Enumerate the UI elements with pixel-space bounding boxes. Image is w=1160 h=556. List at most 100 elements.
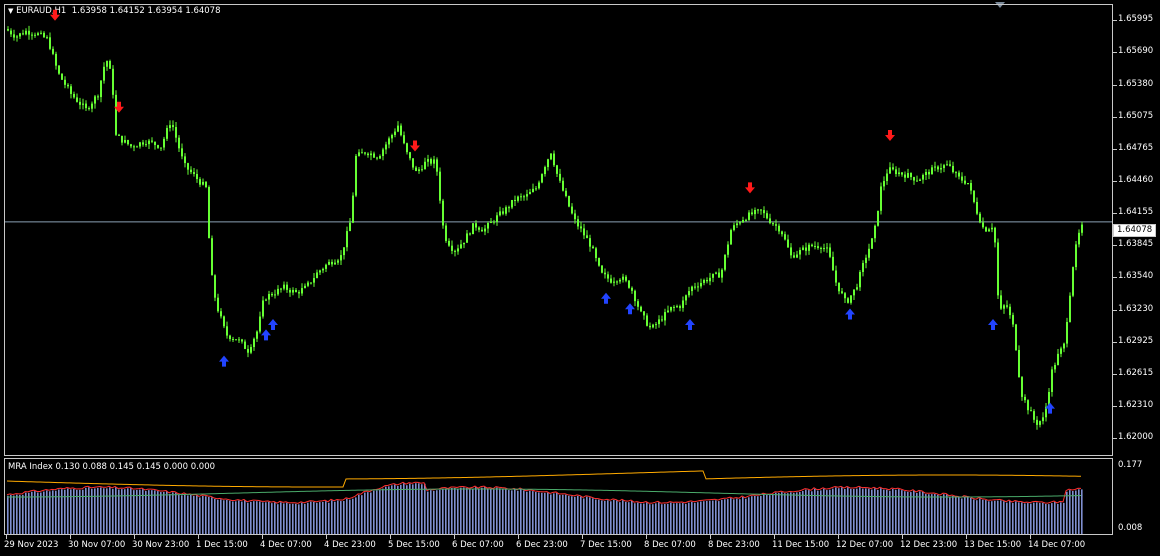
candle [121, 135, 123, 146]
indicator-bar [454, 487, 456, 534]
indicator-bar [742, 497, 744, 534]
candle [994, 226, 996, 248]
indicator-bar [766, 495, 768, 534]
indicator-bar [97, 487, 99, 534]
candle [172, 120, 174, 131]
indicator-bar [367, 492, 369, 534]
time-tick-mark [390, 535, 391, 539]
indicator-bar [925, 494, 927, 534]
candle [232, 336, 234, 342]
candle [982, 217, 984, 229]
candle [274, 289, 276, 299]
indicator-bar [718, 501, 720, 534]
candle [1039, 420, 1041, 428]
candle [478, 226, 480, 233]
candle [1063, 342, 1065, 353]
indicator-bar [430, 490, 432, 534]
indicator-bar [259, 501, 261, 534]
time-tick-label: 30 Nov 07:00 [68, 540, 126, 550]
candle [403, 131, 405, 145]
candle [463, 242, 465, 249]
candle [160, 147, 162, 151]
indicator-bar [247, 502, 249, 534]
candle [415, 165, 417, 172]
indicator-bar [640, 503, 642, 534]
candle [253, 337, 255, 351]
candlestick-chart[interactable] [5, 5, 1112, 455]
candle [943, 163, 945, 173]
candle [577, 215, 579, 230]
time-tick-mark [326, 535, 327, 539]
candle [1021, 376, 1023, 401]
indicator-bar [664, 503, 666, 534]
indicator-bar [610, 501, 612, 534]
indicator-bar [34, 491, 36, 534]
candle [79, 97, 81, 110]
indicator-bar [949, 496, 951, 534]
price-tick-label: 1.64460 [1118, 174, 1154, 185]
indicator-bar [880, 488, 882, 534]
candle [460, 239, 462, 249]
candle [919, 178, 921, 181]
candle [412, 158, 414, 170]
indicator-bar [622, 500, 624, 534]
indicator-max-label: 0.177 [1118, 460, 1143, 470]
candle [205, 181, 207, 189]
indicator-bar [271, 503, 273, 534]
time-tick-mark [582, 535, 583, 539]
candle [52, 46, 54, 56]
candle [1066, 317, 1068, 348]
candle [469, 232, 471, 236]
candle [193, 168, 195, 177]
candle [400, 123, 402, 137]
buy-signal-arrow-icon [261, 329, 271, 341]
candle [103, 62, 105, 84]
price-tick-mark [1113, 116, 1117, 118]
candle [859, 270, 861, 292]
indicator-bar [802, 490, 804, 534]
candle [661, 315, 663, 322]
indicator-bar [703, 501, 705, 534]
indicator-bar [379, 489, 381, 534]
candle [655, 321, 657, 329]
candle [238, 337, 240, 343]
candle [955, 171, 957, 178]
candle [976, 197, 978, 216]
indicator-bar [997, 500, 999, 534]
price-tick-label: 1.65995 [1118, 14, 1154, 25]
indicator-bar [346, 498, 348, 534]
indicator-bar [526, 491, 528, 534]
candle [1069, 292, 1071, 323]
candle [301, 283, 303, 296]
time-tick-mark [454, 535, 455, 539]
sell-signal-arrow-icon [885, 130, 895, 142]
main-chart-area[interactable] [4, 4, 1113, 456]
indicator-bar [499, 488, 501, 534]
candle [145, 140, 147, 147]
indicator-bar [16, 494, 18, 534]
price-tick-label: 1.62925 [1118, 335, 1154, 346]
candle [208, 185, 210, 239]
indicator-bar [970, 497, 972, 534]
indicator-bar [853, 488, 855, 534]
candle [703, 278, 705, 286]
candle [907, 168, 909, 179]
candle [592, 245, 594, 249]
indicator-bar [508, 490, 510, 534]
indicator-bar [898, 489, 900, 534]
indicator-bar [943, 494, 945, 534]
candle [157, 144, 159, 149]
candle [427, 154, 429, 167]
indicator-bar [583, 498, 585, 534]
candle [1018, 345, 1020, 378]
candle [433, 155, 435, 169]
candle [667, 305, 669, 314]
indicator-bar [394, 484, 396, 534]
indicator-bar [466, 488, 468, 534]
indicator-bar [739, 499, 741, 534]
candle [310, 282, 312, 285]
time-tick-label: 8 Dec 23:00 [708, 540, 760, 550]
candle [877, 210, 879, 227]
indicator-bar [538, 492, 540, 534]
candle [763, 206, 765, 218]
